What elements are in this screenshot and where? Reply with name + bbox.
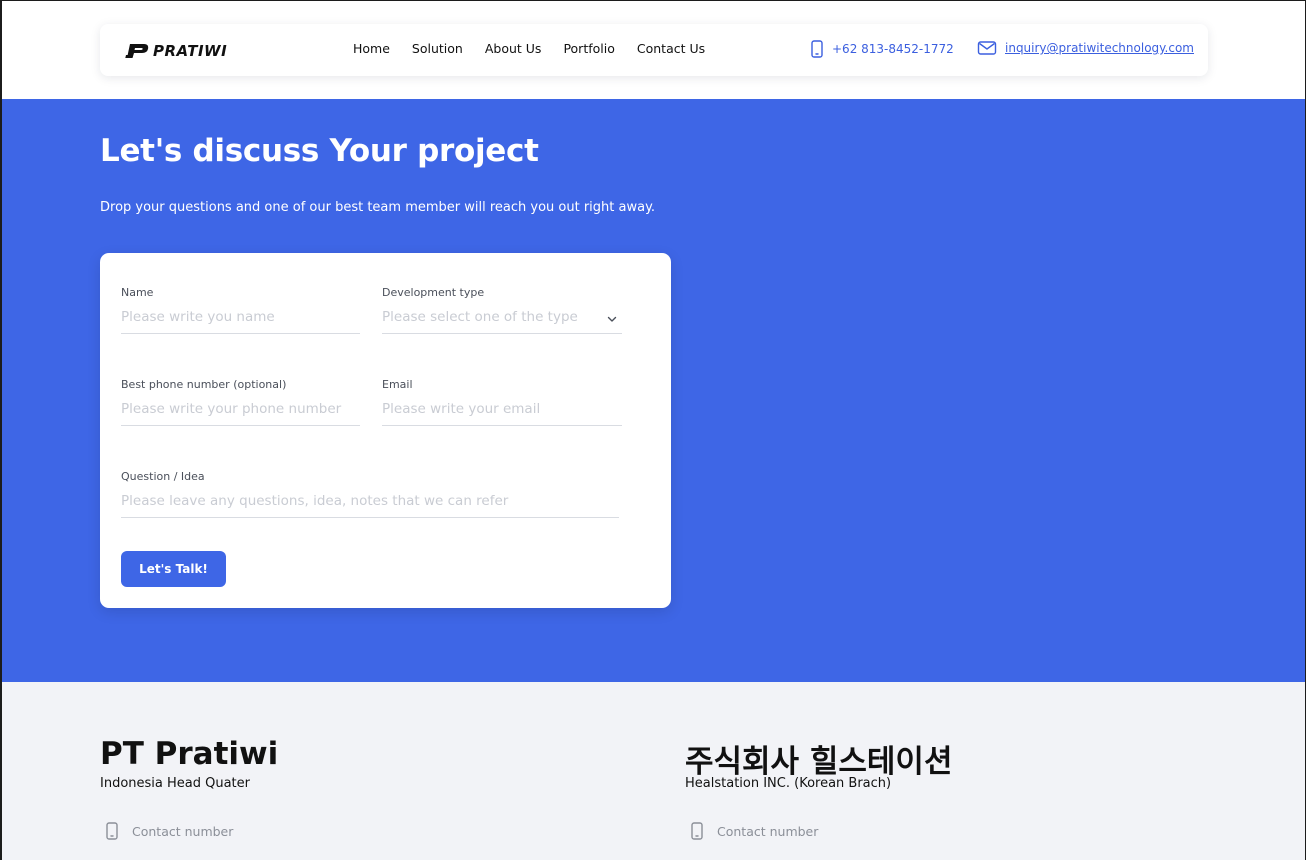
page-title: Let's discuss Your project (100, 133, 539, 169)
nav-portfolio[interactable]: Portfolio (563, 41, 614, 56)
header-phone-number: +62 813-8452-1772 (832, 42, 954, 56)
phone-icon (811, 40, 823, 58)
phone-input[interactable]: Please write your phone number (121, 401, 360, 426)
phone-icon (691, 822, 703, 840)
logo[interactable]: PRATIWI (125, 40, 227, 62)
contact-label: Contact number (717, 823, 819, 839)
question-field: Question / Idea Please leave any questio… (121, 470, 619, 518)
main-menu: Home Solution About Us Portfolio Contact… (353, 41, 727, 56)
phone-icon (106, 822, 118, 840)
question-input[interactable]: Please leave any questions, idea, notes … (121, 493, 619, 518)
offices-section: PT Pratiwi Indonesia Head Quater Contact… (0, 682, 1306, 860)
name-input[interactable]: Please write you name (121, 309, 360, 334)
phone-label: Best phone number (optional) (121, 378, 287, 391)
mail-icon (977, 41, 997, 55)
email-input[interactable]: Please write your email (382, 401, 622, 426)
question-label: Question / Idea (121, 470, 205, 483)
lets-talk-button[interactable]: Let's Talk! (121, 551, 226, 587)
dev-type-label: Development type (382, 286, 485, 299)
office-name: 주식회사 힐스테이션 (685, 744, 953, 780)
contact-hero: Let's discuss Your project Drop your que… (0, 99, 1306, 682)
logo-text: PRATIWI (153, 42, 228, 60)
name-field: Name Please write you name (121, 286, 360, 334)
name-label: Name (121, 286, 154, 299)
header-email-address[interactable]: inquiry@pratiwitechnology.com (1005, 41, 1194, 55)
site-header: PRATIWI Home Solution About Us Portfolio… (0, 0, 1306, 99)
nav-home[interactable]: Home (353, 41, 390, 56)
navbar: PRATIWI Home Solution About Us Portfolio… (100, 24, 1208, 76)
phone-field: Best phone number (optional) Please writ… (121, 378, 360, 426)
office-contact[interactable]: Contact number (105, 822, 233, 840)
page-subtitle: Drop your questions and one of our best … (100, 200, 656, 215)
office-contact[interactable]: Contact number (690, 822, 818, 840)
pratiwi-logo-icon (125, 44, 149, 58)
contact-label: Contact number (132, 823, 234, 839)
email-field: Email Please write your email (382, 378, 622, 426)
header-email[interactable]: inquiry@pratiwitechnology.com (977, 40, 1194, 56)
office-name: PT Pratiwi (100, 736, 279, 772)
contact-form-card: Name Please write you name Development t… (100, 253, 671, 608)
email-label: Email (382, 378, 413, 391)
nav-about-us[interactable]: About Us (485, 41, 542, 56)
office-location: Healstation INC. (Korean Brach) (685, 776, 892, 791)
nav-solution[interactable]: Solution (412, 41, 463, 56)
dev-type-select[interactable]: Please select one of the type (382, 309, 622, 334)
header-phone[interactable]: +62 813-8452-1772 (810, 40, 954, 58)
dev-type-field: Development type Please select one of th… (382, 286, 622, 334)
office-location: Indonesia Head Quater (100, 776, 251, 791)
dev-type-placeholder: Please select one of the type (382, 309, 578, 325)
nav-contact-us[interactable]: Contact Us (637, 41, 705, 56)
chevron-down-icon (607, 316, 617, 322)
